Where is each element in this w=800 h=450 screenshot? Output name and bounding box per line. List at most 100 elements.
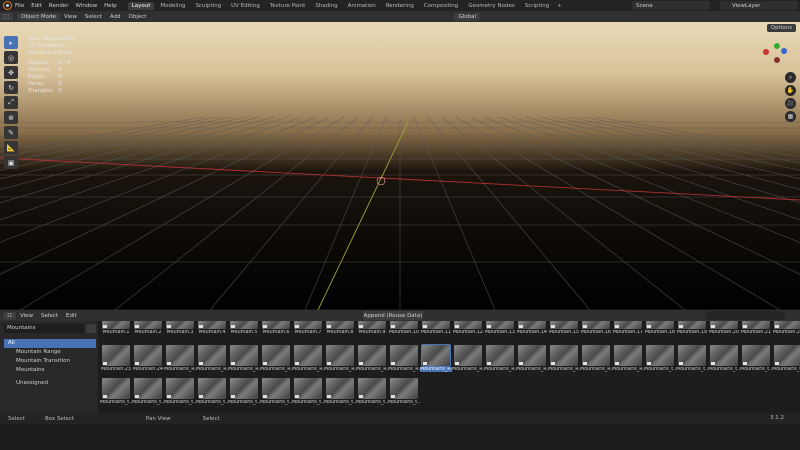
asset-item[interactable]: Mountain.9 [356,321,388,335]
tab-uv-editing[interactable]: UV Editing [227,2,264,10]
asset-search-input[interactable] [705,311,785,320]
asset-item[interactable]: Mountains_t... [324,378,356,405]
asset-editor-icon[interactable]: ☷ [3,311,16,320]
viewport-menu-view[interactable]: View [64,14,77,20]
asset-item[interactable]: Mountain.7 [292,321,324,335]
transform-tool-icon[interactable]: ⊕ [4,111,18,124]
measure-tool-icon[interactable]: 📐 [4,141,18,154]
asset-item[interactable]: Mountains_t... [100,378,132,405]
tab-rendering[interactable]: Rendering [382,2,418,10]
menu-edit[interactable]: Edit [31,3,42,9]
asset-item[interactable]: Mountain.19 [676,321,708,335]
cursor-tool-icon[interactable]: ◎ [4,51,18,64]
asset-item[interactable]: Mountain.5 [228,321,260,335]
move-tool-icon[interactable]: ✥ [4,66,18,79]
asset-item[interactable]: Mountain.22 [772,321,800,335]
tab-animation[interactable]: Animation [344,2,380,10]
editor-type-icon[interactable]: ⬚ [0,12,14,21]
catalog-item[interactable]: Unassigned [4,379,96,388]
refresh-library-icon[interactable] [86,324,96,333]
asset-item[interactable]: Mountains_t... [164,378,196,405]
asset-item[interactable]: Mountains_R... [292,345,324,372]
asset-item[interactable]: Mountain.3 [164,321,196,335]
asset-item[interactable]: Mountains_R... [324,345,356,372]
asset-item[interactable]: Mountain.17 [612,321,644,335]
tab-compositing[interactable]: Compositing [420,2,462,10]
catalog-item[interactable]: All [4,339,96,348]
asset-item[interactable]: Mountain.8 [324,321,356,335]
asset-item[interactable]: Mountains_R... [420,344,452,372]
pan-hand-icon[interactable]: ✋ [785,85,796,96]
view-layer-selector[interactable]: ViewLayer [720,1,798,10]
catalog-item[interactable]: Mountain Transition [4,357,96,366]
scene-selector[interactable]: Scene [632,1,710,10]
asset-item[interactable]: Mountain.2 [132,321,164,335]
asset-item[interactable]: Mountain.16 [580,321,612,335]
zoom-icon[interactable]: ⌕ [785,72,796,83]
viewport-menu-object[interactable]: Object [129,14,147,20]
tab-sculpting[interactable]: Sculpting [191,2,225,10]
menu-file[interactable]: File [15,3,24,9]
asset-item[interactable]: Mountain.6 [260,321,292,335]
select-tool-icon[interactable]: ▸ [4,36,18,49]
asset-item[interactable]: Mountains_R... [580,345,612,372]
tab-shading[interactable]: Shading [311,2,341,10]
asset-item[interactable]: Mountain.12 [452,321,484,335]
asset-item[interactable]: Mountains_R... [196,345,228,372]
asset-item[interactable]: Mountains_R... [164,345,196,372]
tab-texture-paint[interactable]: Texture Paint [266,2,310,10]
blender-logo-icon[interactable] [3,1,12,10]
asset-item[interactable]: Mountains_t... [708,345,740,372]
asset-item[interactable]: Mountain.10 [388,321,420,335]
mode-selector[interactable]: Object Mode [17,12,60,21]
menu-window[interactable]: Window [75,3,97,9]
transform-orientation[interactable]: Global [454,12,481,21]
asset-item[interactable]: Mountains_t... [740,345,772,372]
asset-item[interactable]: Mountain.24 [132,345,164,372]
asset-item[interactable]: Mountains_R... [612,345,644,372]
viewport-menu-add[interactable]: Add [110,14,121,20]
asset-item[interactable]: Mountains_R... [484,345,516,372]
menu-help[interactable]: Help [104,3,117,9]
catalog-item[interactable]: Mountains [4,366,96,375]
asset-item[interactable]: Mountain.13 [484,321,516,335]
asset-item[interactable]: Mountain.20 [708,321,740,335]
asset-item[interactable]: Mountains_R... [548,345,580,372]
menu-render[interactable]: Render [49,3,69,9]
asset-item[interactable]: Mountain.15 [548,321,580,335]
asset-item[interactable]: Mountain.4 [196,321,228,335]
options-button[interactable]: Options [766,24,796,32]
asset-item[interactable]: Mountains_t... [644,345,676,372]
camera-icon[interactable]: 🎥 [785,98,796,109]
asset-item[interactable]: Mountains_R... [516,345,548,372]
asset-item[interactable]: Mountains_R... [452,345,484,372]
tab-scripting[interactable]: Scripting [521,2,553,10]
asset-item[interactable]: Mountains_R... [356,345,388,372]
asset-menu-select[interactable]: Select [41,313,58,319]
asset-item[interactable]: Mountain.11 [420,321,452,335]
asset-item[interactable]: Mountain.23 [100,345,132,372]
add-workspace-icon[interactable]: + [557,3,562,9]
asset-item[interactable]: Mountains_t... [676,345,708,372]
asset-item[interactable]: Mountains_t... [228,378,260,405]
asset-library-selector[interactable]: Mountains [4,324,84,333]
grid-icon[interactable]: ▦ [785,111,796,122]
add-cube-tool-icon[interactable]: ▣ [4,156,18,169]
rotate-tool-icon[interactable]: ↻ [4,81,18,94]
annotate-tool-icon[interactable]: ✎ [4,126,18,139]
3d-viewport[interactable]: ▸ ◎ ✥ ↻ ⤢ ⊕ ✎ 📐 ▣ User Perspective (1) C… [0,22,800,310]
catalog-item[interactable]: Mountain Range [4,348,96,357]
asset-item[interactable]: Mountains_R... [388,345,420,372]
asset-item[interactable]: Mountains_t... [260,378,292,405]
tab-layout[interactable]: Layout [127,1,155,10]
scale-tool-icon[interactable]: ⤢ [4,96,18,109]
tab-modeling[interactable]: Modeling [156,2,189,10]
asset-menu-edit[interactable]: Edit [66,313,77,319]
asset-item[interactable]: Mountain.18 [644,321,676,335]
asset-item[interactable]: Mountain.1 [100,321,132,335]
asset-item[interactable]: Mountains_t... [132,378,164,405]
asset-item[interactable]: Mountains_t... [772,345,800,372]
viewport-menu-select[interactable]: Select [85,14,102,20]
tab-geometry-nodes[interactable]: Geometry Nodes [464,2,518,10]
import-method-dropdown[interactable]: Append (Reuse Data) [363,311,423,320]
